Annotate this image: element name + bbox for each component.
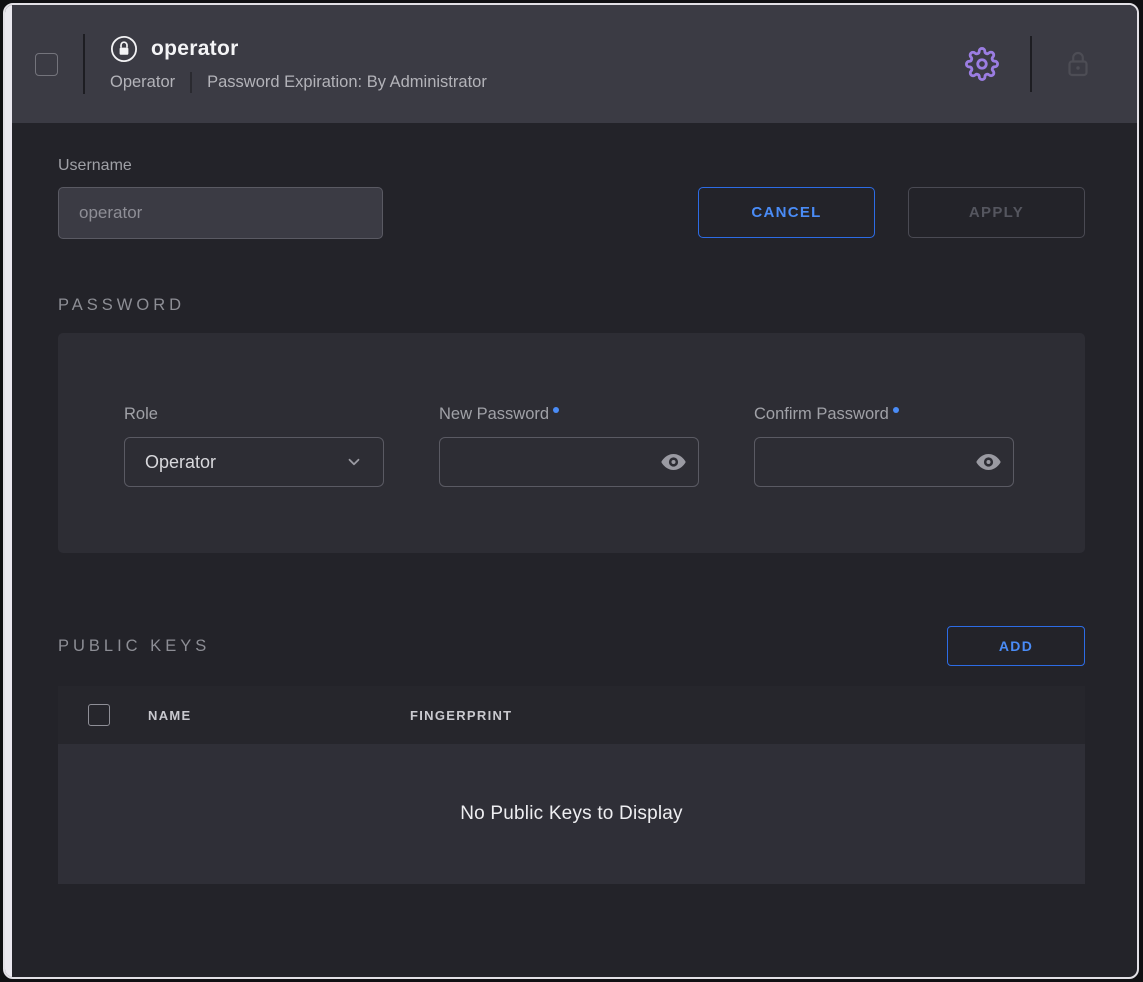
confirm-password-field: Confirm Password [754,405,1014,553]
password-panel: Role Operator New Password [58,333,1085,553]
password-section-title: PASSWORD [58,296,1085,315]
role-field: Role Operator [124,405,384,553]
role-select[interactable]: Operator [124,437,384,487]
public-keys-table: NAME FINGERPRINT No Public Keys to Displ… [58,686,1085,884]
username-input[interactable] [58,187,383,239]
add-public-key-button[interactable]: ADD [947,626,1085,666]
column-header-fingerprint: FINGERPRINT [410,708,512,723]
required-dot [893,407,899,413]
page-title: operator [151,37,239,61]
chevron-down-icon [345,453,363,471]
toggle-new-password-visibility-eye-icon[interactable] [660,452,687,472]
user-detail-panel: operator Operator Password Expiration: B… [3,3,1139,979]
new-password-field: New Password [439,405,699,553]
password-expiration-subtitle: Password Expiration: By Administrator [207,73,487,92]
title-block: operator Operator Password Expiration: B… [110,35,487,93]
role-selected-value: Operator [145,452,216,473]
toggle-confirm-password-visibility-eye-icon[interactable] [975,452,1002,472]
role-label: Role [124,405,158,424]
header-actions [965,36,1093,92]
header-divider [83,34,85,94]
empty-state-text: No Public Keys to Display [460,803,683,825]
header-actions-divider [1030,36,1032,92]
table-header-row: NAME FINGERPRINT [58,686,1085,744]
left-scrollbar[interactable] [5,5,12,977]
public-keys-section-title: PUBLIC KEYS [58,637,210,656]
confirm-password-label: Confirm Password [754,405,889,424]
user-lock-circle-icon [110,35,138,63]
required-dot [553,407,559,413]
username-label: Username [58,157,1085,175]
table-empty-row: No Public Keys to Display [58,744,1085,884]
locked-icon [1063,48,1093,80]
user-form-body: Username CANCEL APPLY PASSWORD Role Oper… [5,157,1137,884]
user-role-subtitle: Operator [110,73,175,92]
select-user-checkbox[interactable] [35,53,58,76]
column-header-name: NAME [148,708,410,723]
subtitle-divider [190,72,192,93]
form-actions: CANCEL APPLY [698,187,1085,238]
select-all-keys-checkbox[interactable] [88,704,110,726]
user-header: operator Operator Password Expiration: B… [5,5,1137,123]
cancel-button[interactable]: CANCEL [698,187,875,238]
settings-gear-icon[interactable] [965,47,999,81]
apply-button[interactable]: APPLY [908,187,1085,238]
new-password-label: New Password [439,405,549,424]
